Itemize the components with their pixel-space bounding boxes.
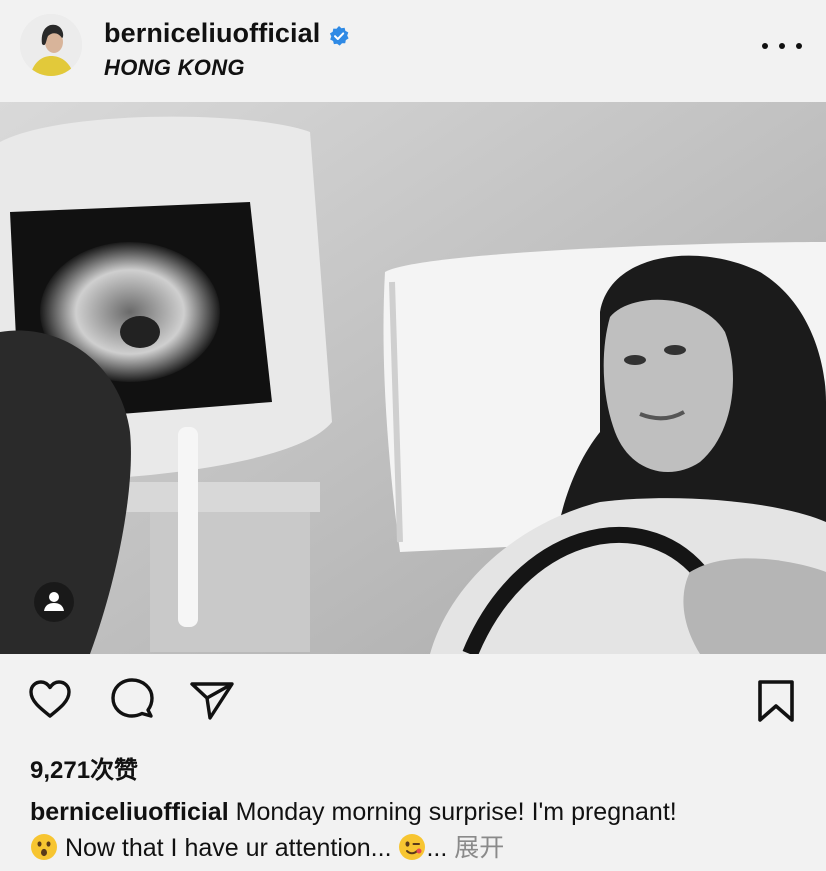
user-tag-icon[interactable] — [34, 582, 74, 622]
post-header: bernice​liuofficial HONG KONG — [0, 0, 826, 102]
likes-suffix: 次赞 — [90, 757, 139, 784]
heart-icon[interactable] — [26, 676, 74, 724]
username-text[interactable]: bernice​liuofficial — [104, 18, 320, 49]
bookmark-icon[interactable] — [752, 676, 800, 724]
expand-caption-link[interactable]: 展开 — [447, 834, 504, 862]
more-options-icon[interactable] — [762, 36, 802, 56]
comment-icon[interactable] — [108, 676, 156, 724]
post-caption: berniceliuofficial Monday morning surpri… — [30, 794, 810, 866]
post-actions-bar — [0, 654, 826, 750]
caption-username[interactable]: berniceliuofficial — [30, 798, 229, 826]
post-location[interactable]: HONG KONG — [104, 55, 245, 81]
caption-text-1: Monday morning surprise! I'm pregnant! — [228, 798, 677, 826]
caption-line-1: berniceliuofficial Monday morning surpri… — [30, 794, 810, 830]
post-username[interactable]: bernice​liuofficial — [104, 18, 350, 49]
avatar[interactable] — [20, 14, 82, 76]
verified-badge-icon — [328, 23, 350, 46]
likes-count[interactable]: 9,271次赞 — [30, 750, 138, 785]
post-photo[interactable] — [0, 102, 826, 654]
surprised-face-emoji-icon — [30, 833, 58, 861]
likes-number: 9,271 — [30, 757, 91, 784]
winking-face-emoji-icon — [398, 833, 426, 861]
send-icon[interactable] — [188, 676, 236, 724]
caption-line-2: Now that I have ur attention... ... 展开 — [30, 830, 810, 866]
caption-ellipsis: ... — [426, 834, 448, 862]
caption-text-2: Now that I have ur attention... — [58, 834, 399, 862]
